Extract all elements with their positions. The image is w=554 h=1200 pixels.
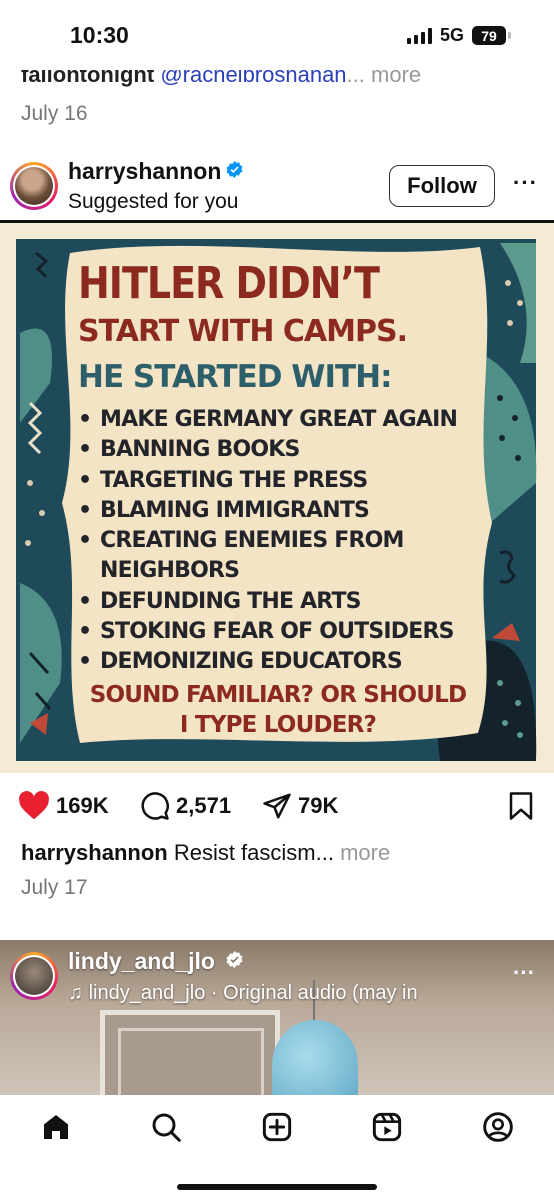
tab-profile[interactable] [478,1107,518,1147]
reel-door-frame [118,1028,264,1095]
create-icon[interactable] [261,1111,293,1143]
caption-text: Resist fascism... [167,840,334,865]
share-button[interactable]: 79K [262,791,338,821]
comment-count[interactable]: 2,571 [176,793,231,819]
reels-icon[interactable] [371,1111,403,1143]
reel-username-label[interactable]: lindy_and_jlo [68,948,215,974]
reel-more-options-icon[interactable]: ··· [513,960,535,986]
caption-username[interactable]: harryshannon [21,840,168,865]
next-reel[interactable]: lindy_and_jlo ♫ lindy_and_jlo · Original… [0,940,554,1095]
poster-closing: SOUND FAMILIAR? OR SHOULD I TYPE LOUDER? [89,681,467,738]
caption-more-link[interactable]: more [334,840,390,865]
heart-icon[interactable] [18,791,50,821]
home-icon[interactable] [40,1111,72,1143]
post-image[interactable]: HITLER DIDN’T START WITH CAMPS. HE START… [0,223,554,773]
post-username[interactable]: harryshannon [68,158,243,185]
music-note-icon: ♫ [68,982,89,1004]
avatar[interactable] [10,162,58,210]
poster-headline-1: HITLER DIDN’T [78,257,380,309]
more-options-icon[interactable]: ··· [513,170,538,196]
poster-text: HITLER DIDN’T START WITH CAMPS. HE START… [78,258,478,740]
verified-badge-icon [226,161,243,178]
battery-icon: 79 [472,26,511,45]
poster-bullet-list: MAKE GERMANY GREAT AGAIN BANNING BOOKS T… [78,405,478,678]
tab-create[interactable] [257,1107,297,1147]
previous-post-date: July 16 [21,102,88,125]
reel-avatar[interactable] [10,952,58,1000]
profile-icon[interactable] [482,1111,514,1143]
search-icon[interactable] [150,1111,182,1143]
share-icon[interactable] [262,791,292,821]
tab-home[interactable] [36,1107,76,1147]
poster-headline-3: HE STARTED WITH: [78,359,393,395]
post-caption: harryshannon Resist fascism... more [21,840,390,866]
reel-audio[interactable]: ♫ lindy_and_jlo · Original audio (may in [68,982,418,1005]
post-date: July 17 [21,876,88,899]
status-bar: 10:30 5G 79 [0,0,554,70]
poster-bullet: MAKE GERMANY GREAT AGAIN [78,405,478,435]
poster-headline-2: START WITH CAMPS. [78,314,408,349]
post-header: harryshannon Suggested for you Follow ··… [0,150,554,220]
comment-button[interactable]: 2,571 [140,791,231,821]
share-count[interactable]: 79K [298,793,338,819]
poster-bullet: CREATING ENEMIES FROM NEIGHBORS [78,526,430,587]
poster-bullet: BANNING BOOKS [78,435,478,465]
network-label: 5G [439,25,464,45]
suggested-label: Suggested for you [68,190,239,213]
reel-audio-label[interactable]: lindy_and_jlo · Original audio (may in [89,982,418,1004]
post-username-label[interactable]: harryshannon [68,158,221,184]
verified-badge-icon [226,951,243,968]
bookmark-icon[interactable] [508,791,534,821]
like-button[interactable]: 169K [18,791,109,821]
post-actions: 169K 2,571 79K [0,775,554,835]
signal-icon [406,27,432,44]
poster-bullet: DEFUNDING THE ARTS [78,587,478,617]
reel-username[interactable]: lindy_and_jlo [68,948,243,975]
poster-bullet: DEMONIZING EDUCATORS [78,647,478,677]
tab-reels[interactable] [367,1107,407,1147]
poster-bullet: TARGETING THE PRESS [78,466,478,496]
home-indicator[interactable] [177,1184,377,1190]
poster-bullet: STOKING FEAR OF OUTSIDERS [78,617,478,647]
tab-search[interactable] [146,1107,186,1147]
status-time: 10:30 [70,22,129,48]
save-button[interactable] [508,791,534,821]
like-count[interactable]: 169K [56,793,109,819]
reel-lamp [272,1020,358,1095]
poster-bullet: BLAMING IMMIGRANTS [78,496,478,526]
battery-level: 79 [481,27,497,44]
comment-icon[interactable] [140,791,170,821]
follow-button[interactable]: Follow [389,165,495,207]
